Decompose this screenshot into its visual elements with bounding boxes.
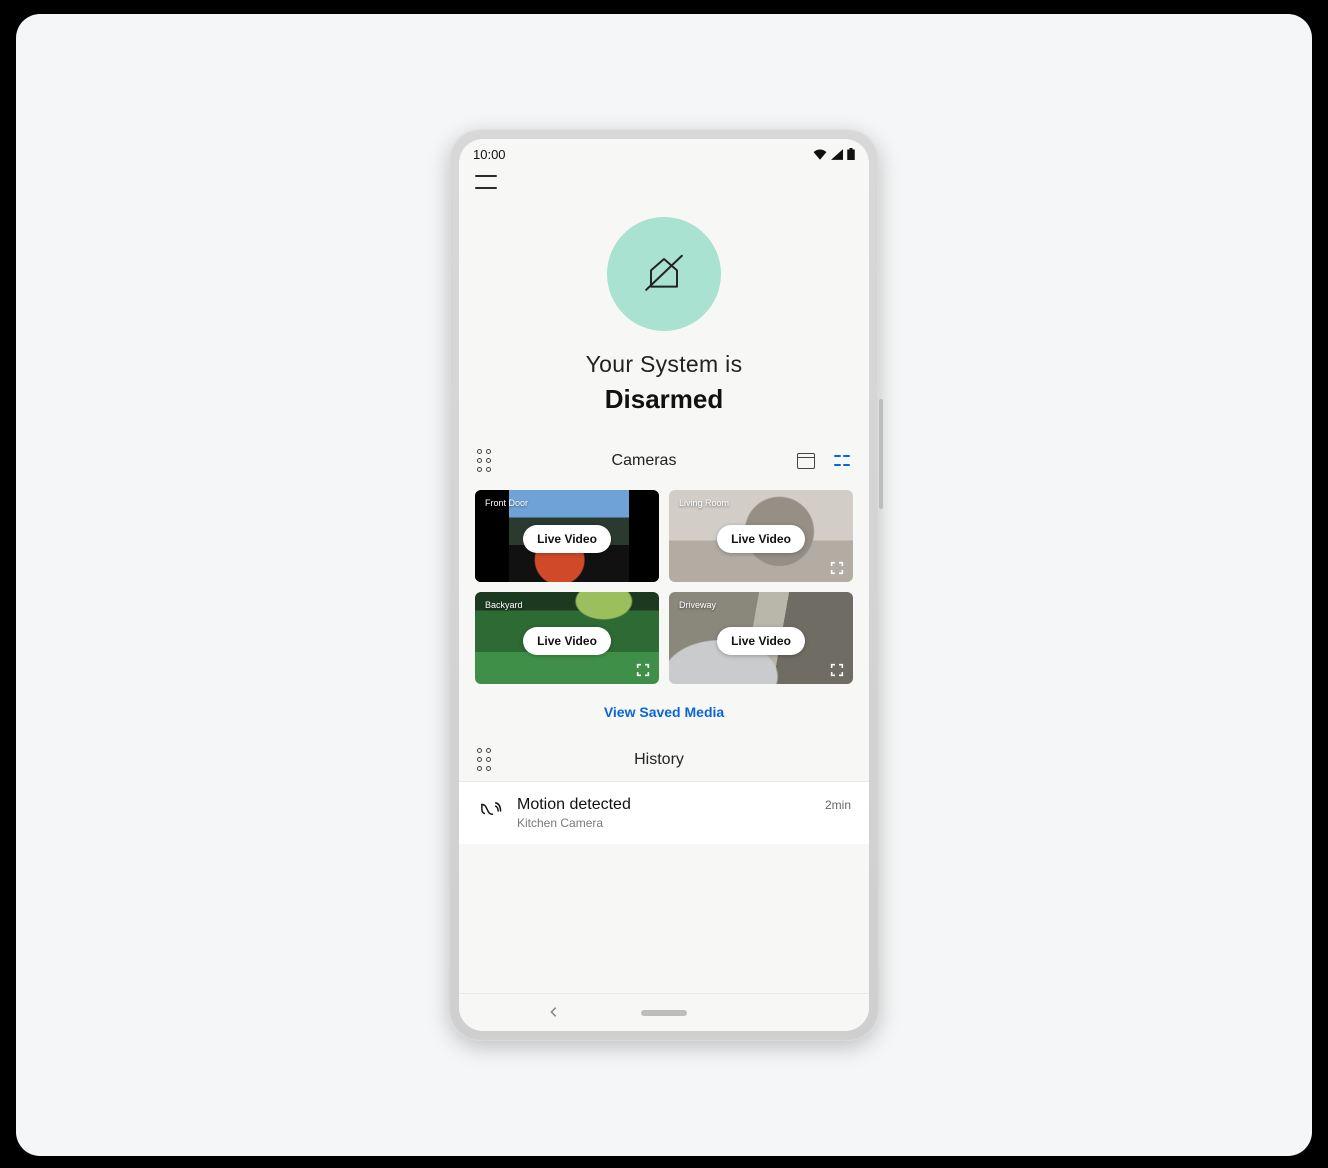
cameras-section-header: Cameras <box>459 425 869 480</box>
statusbar: 10:00 <box>459 139 869 169</box>
cameras-grid: Front Door Live Video Living Room Live V… <box>459 480 869 684</box>
history-item-time: 2min <box>825 798 851 812</box>
live-video-button[interactable]: Live Video <box>717 627 805 655</box>
history-section-header: History <box>459 732 869 781</box>
camera-tile-driveway[interactable]: Driveway Live Video <box>669 592 853 684</box>
cameras-title: Cameras <box>491 452 797 470</box>
camera-label: Backyard <box>485 600 523 610</box>
wifi-icon <box>813 149 827 160</box>
android-navbar <box>459 993 869 1031</box>
history-item-text: Motion detected Kitchen Camera <box>517 796 811 830</box>
battery-icon <box>847 148 855 160</box>
reorder-handle-icon[interactable] <box>477 748 491 771</box>
reorder-handle-icon[interactable] <box>477 449 491 472</box>
page-background: 10:00 <box>16 14 1312 1156</box>
statusbar-icons <box>813 148 855 160</box>
grid-view-icon[interactable] <box>833 453 851 469</box>
history-item-subtitle: Kitchen Camera <box>517 816 811 830</box>
history-title: History <box>491 751 827 769</box>
history-item-title: Motion detected <box>517 796 811 814</box>
home-pill[interactable] <box>641 1010 687 1016</box>
view-saved-media-link[interactable]: View Saved Media <box>604 704 724 720</box>
system-status-state: Disarmed <box>605 384 724 415</box>
topbar <box>459 169 869 189</box>
live-video-button[interactable]: Live Video <box>717 525 805 553</box>
phone-screen: 10:00 <box>459 139 869 1031</box>
camera-tile-backyard[interactable]: Backyard Live Video <box>475 592 659 684</box>
system-status-circle[interactable] <box>607 217 721 331</box>
fullscreen-icon[interactable] <box>829 560 845 576</box>
history-item[interactable]: Motion detected Kitchen Camera 2min <box>459 781 869 844</box>
system-status: Your System is Disarmed <box>459 189 869 425</box>
back-icon[interactable] <box>549 1005 559 1021</box>
camera-tile-living-room[interactable]: Living Room Live Video <box>669 490 853 582</box>
statusbar-time: 10:00 <box>473 147 506 162</box>
menu-icon[interactable] <box>475 175 497 189</box>
disarmed-house-icon <box>638 246 690 303</box>
phone-frame: 10:00 <box>449 129 879 1041</box>
cell-signal-icon <box>831 149 843 160</box>
fullscreen-icon[interactable] <box>635 662 651 678</box>
single-view-icon[interactable] <box>797 453 815 469</box>
camera-label: Driveway <box>679 600 716 610</box>
view-saved-media: View Saved Media <box>459 684 869 732</box>
system-status-label: Your System is <box>586 351 743 378</box>
camera-label: Front Door <box>485 498 528 508</box>
live-video-button[interactable]: Live Video <box>523 525 611 553</box>
camera-tile-front-door[interactable]: Front Door Live Video <box>475 490 659 582</box>
camera-label: Living Room <box>679 498 729 508</box>
motion-wave-icon <box>477 798 503 829</box>
fullscreen-icon[interactable] <box>829 662 845 678</box>
fullscreen-icon[interactable] <box>635 560 651 576</box>
live-video-button[interactable]: Live Video <box>523 627 611 655</box>
